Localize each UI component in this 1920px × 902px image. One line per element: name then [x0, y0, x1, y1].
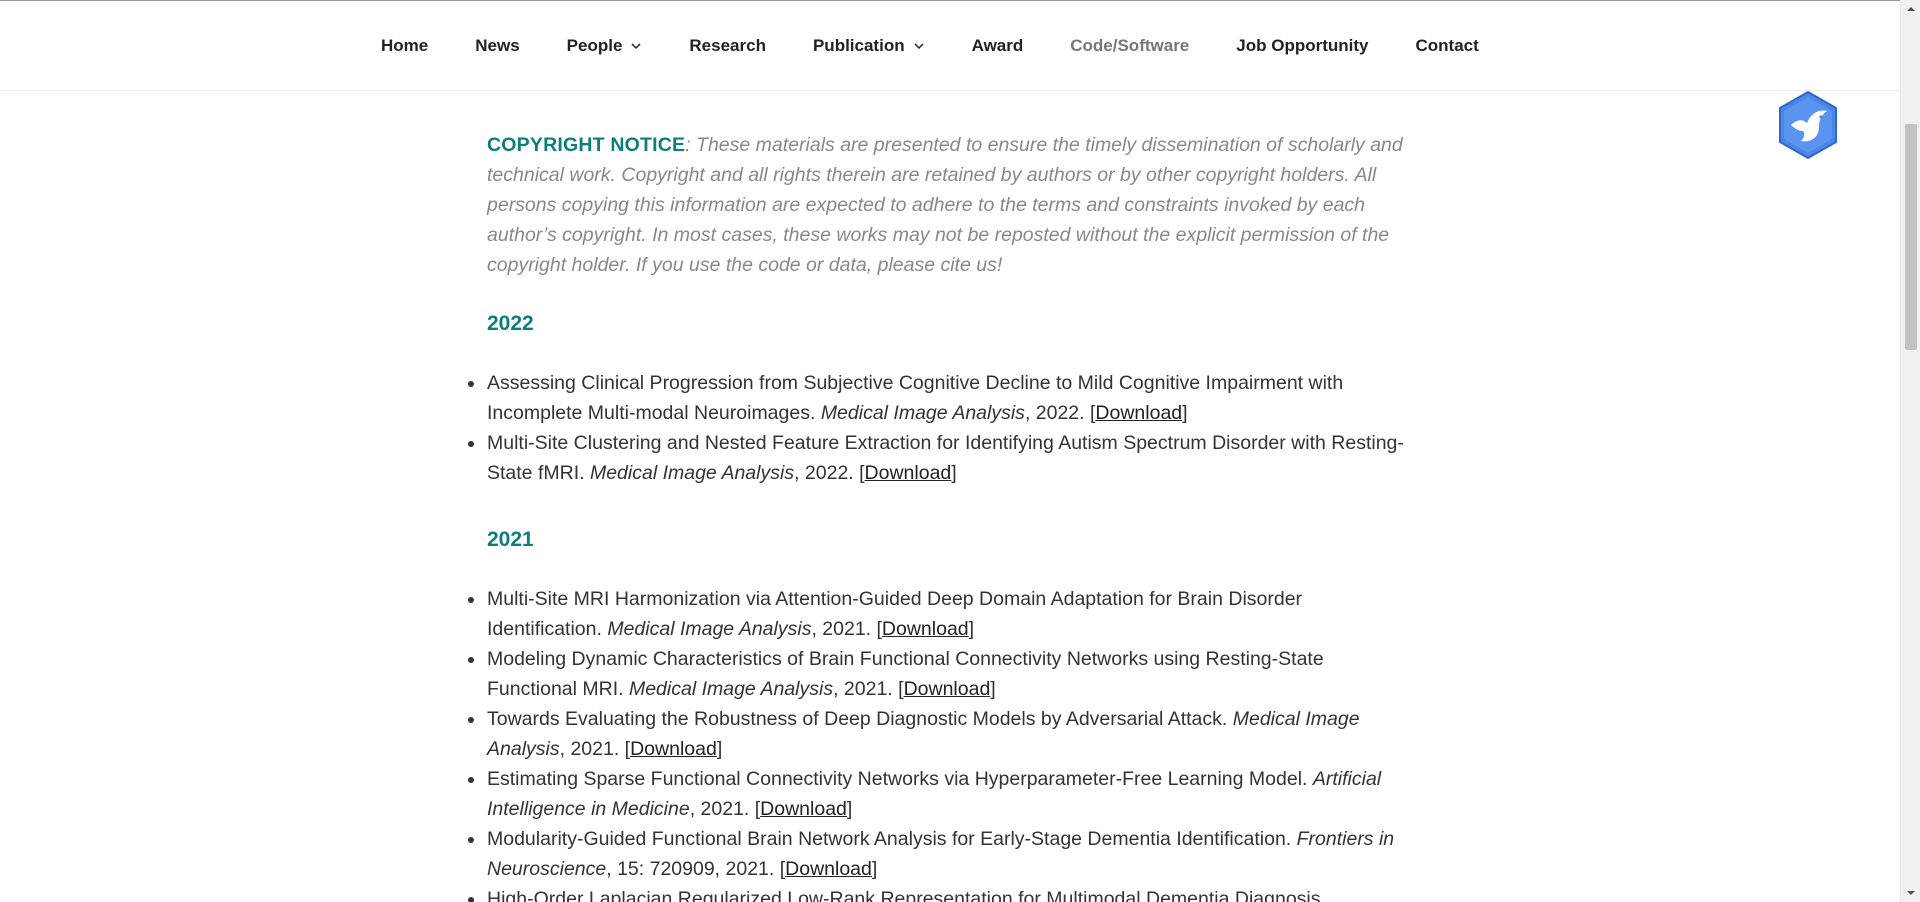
arrow-up-icon[interactable]	[1901, 0, 1920, 18]
list-item: Modeling Dynamic Characteristics of Brai…	[468, 644, 1417, 704]
pub-details: , 2022. [	[1024, 402, 1096, 424]
copyright-notice: COPYRIGHT NOTICE: These materials are pr…	[487, 130, 1417, 280]
pub-title: Estimating Sparse Functional Connectivit…	[487, 768, 1313, 790]
nav-item-label: Code/Software	[1070, 35, 1190, 55]
bracket-close: ]	[1182, 402, 1188, 424]
pub-venue: Medical Image Analysis	[607, 618, 812, 640]
year-heading-2022: 2022	[487, 312, 534, 335]
download-link[interactable]: Download	[1095, 402, 1182, 424]
download-link[interactable]: Download	[865, 462, 952, 484]
pub-venue: Medical Image Analysis	[820, 402, 1025, 424]
nav-item-research[interactable]: Research	[689, 36, 766, 56]
scrollbar-thumb[interactable]	[1905, 124, 1917, 350]
bracket-close: ]	[846, 798, 853, 820]
nav-item-award[interactable]: Award	[972, 36, 1024, 56]
nav-item-label: Award	[971, 35, 1024, 55]
pub-title: High-Order Laplacian Regularized Low-Ran…	[487, 888, 1326, 902]
nav-item-job-opportunity[interactable]: Job Opportunity	[1236, 36, 1368, 56]
download-link[interactable]: Download	[630, 738, 717, 760]
bird-hexagon-icon	[1779, 90, 1837, 160]
nav-item-label: Contact	[1415, 35, 1479, 55]
publication-list-2022: Assessing Clinical Progression from Subj…	[468, 368, 1417, 488]
download-link[interactable]: Download	[785, 858, 872, 880]
chevron-down-icon	[631, 42, 641, 49]
pub-details: , 2021. [	[559, 738, 631, 760]
bracket-close: ]	[968, 618, 975, 640]
arrow-down-icon[interactable]	[1901, 884, 1920, 902]
pub-details: , 15: 720909, 2021. [	[606, 858, 786, 880]
download-link[interactable]: Download	[882, 618, 969, 640]
pub-venue: Medical Image Analysis	[589, 462, 795, 484]
nav-item-home[interactable]: Home	[381, 36, 428, 56]
list-item: Modularity-Guided Functional Brain Netwo…	[468, 824, 1417, 884]
bracket-close: ]	[990, 678, 996, 700]
chevron-down-icon	[914, 42, 924, 49]
vertical-scrollbar[interactable]	[1900, 0, 1920, 902]
year-heading-2021: 2021	[487, 528, 534, 551]
pub-details: , 2021. [	[811, 618, 882, 640]
nav-item-label: News	[475, 35, 520, 55]
nav-menu: Home News People Research Publication Aw…	[381, 1, 1479, 90]
download-link[interactable]: Download	[760, 798, 847, 820]
floating-assistant-button[interactable]	[1775, 89, 1841, 161]
pub-title: Towards Evaluating the Robustness of Dee…	[487, 708, 1233, 730]
nav-item-label: Publication	[812, 35, 905, 55]
pub-details: , 2021. [	[833, 678, 904, 700]
nav-item-people[interactable]: People	[567, 36, 643, 56]
list-item: Multi-Site Clustering and Nested Feature…	[468, 428, 1417, 488]
nav-item-publication[interactable]: Publication	[813, 36, 925, 56]
main-content: COPYRIGHT NOTICE: These materials are pr…	[468, 130, 1417, 902]
list-item: High-Order Laplacian Regularized Low-Ran…	[468, 884, 1417, 902]
nav-item-label: People	[566, 35, 623, 55]
nav-item-contact[interactable]: Contact	[1416, 36, 1479, 56]
nav-item-label: Research	[689, 35, 766, 55]
bracket-close: ]	[951, 462, 957, 484]
pub-details: , 2021. [	[689, 798, 761, 820]
download-link[interactable]: Download	[904, 678, 991, 700]
list-item: Towards Evaluating the Robustness of Dee…	[468, 704, 1417, 764]
list-item: Multi-Site MRI Harmonization via Attenti…	[468, 584, 1417, 644]
pub-venue: Medical Image Analysis	[628, 678, 834, 700]
nav-item-code-software[interactable]: Code/Software	[1070, 36, 1189, 56]
top-navigation: Home News People Research Publication Aw…	[0, 0, 1900, 91]
nav-item-label: Home	[381, 35, 429, 55]
pub-details: , 2022. [	[794, 462, 865, 484]
list-item: Estimating Sparse Functional Connectivit…	[468, 764, 1417, 824]
copyright-notice-title: COPYRIGHT NOTICE	[487, 134, 686, 156]
pub-title: Modularity-Guided Functional Brain Netwo…	[487, 828, 1297, 850]
page: Home News People Research Publication Aw…	[0, 0, 1920, 902]
nav-item-news[interactable]: News	[475, 36, 519, 56]
bracket-close: ]	[716, 738, 723, 760]
publication-list-2021: Multi-Site MRI Harmonization via Attenti…	[468, 584, 1417, 902]
nav-item-label: Job Opportunity	[1236, 35, 1369, 55]
list-item: Assessing Clinical Progression from Subj…	[468, 368, 1417, 428]
bracket-close: ]	[871, 858, 878, 880]
